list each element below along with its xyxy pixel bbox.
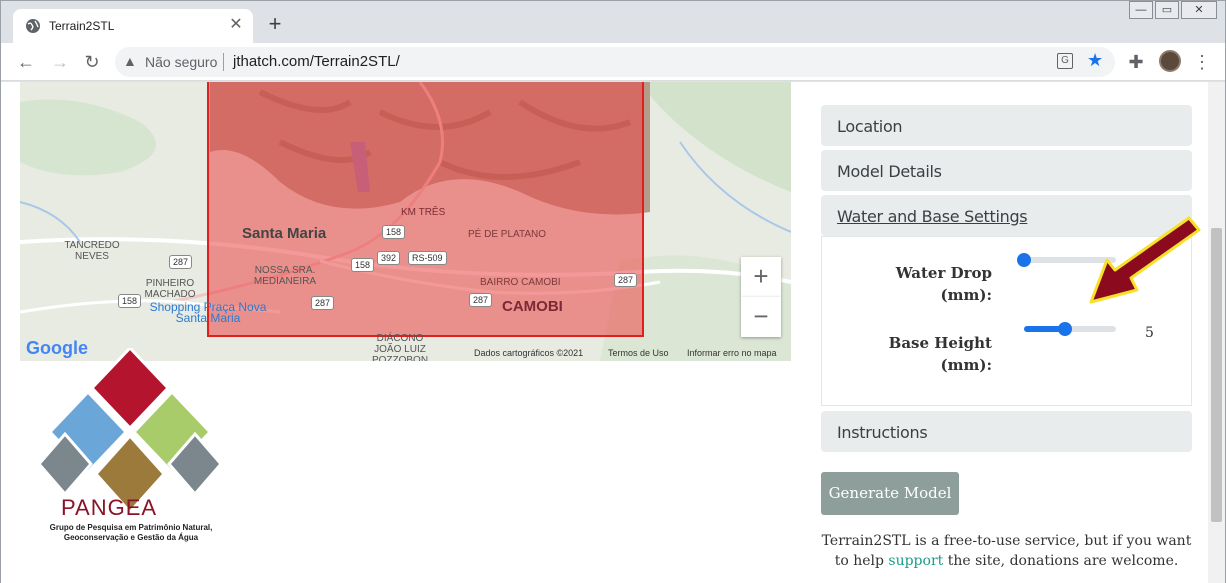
map-attribution: Dados cartográficos ©2021 <box>474 348 584 358</box>
logo-subtitle: Grupo de Pesquisa em Patrimônio Natural,… <box>49 523 213 542</box>
map-label-nossa-sra: NOSSA SRA. MEDIANEIRA <box>253 265 317 287</box>
map[interactable]: Santa Maria CAMOBI KM TRÊS PÉ DE PLATANO… <box>20 82 791 361</box>
generate-model-button[interactable]: Generate Model <box>821 472 959 515</box>
restore-icon[interactable]: ▭ <box>1155 1 1179 19</box>
accordion-location[interactable]: Location <box>821 105 1192 146</box>
scrollbar-thumb[interactable] <box>1211 228 1222 522</box>
minimize-icon[interactable]: — <box>1129 1 1153 19</box>
new-tab-icon[interactable]: + <box>263 13 287 37</box>
scrollbar[interactable] <box>1208 82 1225 583</box>
road-shield: RS-509 <box>408 251 447 265</box>
accordion-label: Water and Base Settings <box>837 207 1028 226</box>
forward-icon[interactable]: → <box>49 51 71 73</box>
accordion-instructions[interactable]: Instructions <box>821 411 1192 452</box>
terms-link[interactable]: Termos de Uso <box>608 348 669 358</box>
bookmark-star-icon[interactable]: ★ <box>1087 50 1103 71</box>
road-shield: 392 <box>377 251 401 265</box>
map-label-shopping: Shopping Praça Nova Santa Maria <box>149 300 267 325</box>
report-error-link[interactable]: Informar erro no mapa <box>687 348 777 358</box>
road-shield: 287 <box>311 296 335 310</box>
close-tab-icon[interactable]: ✕ <box>227 16 245 34</box>
browser-window: Terrain2STL ✕ + — ▭ ✕ ← → ↻ ▲ Não seguro… <box>0 0 1226 583</box>
base-height-value: 5 <box>1145 325 1154 341</box>
divider <box>223 53 224 71</box>
tab-strip: Terrain2STL ✕ + — ▭ ✕ <box>1 1 1225 43</box>
menu-icon[interactable]: ⋮ <box>1191 51 1213 73</box>
url-text[interactable]: jthatch.com/Terrain2STL/ <box>233 53 400 70</box>
tab-title: Terrain2STL <box>49 19 115 33</box>
accordion-label: Instructions <box>837 423 928 442</box>
map-label-pe-de-platano: PÉ DE PLATANO <box>468 229 546 240</box>
back-icon[interactable]: ← <box>15 51 37 73</box>
slider-knob[interactable] <box>1058 322 1073 336</box>
map-label-km-tres: KM TRÊS <box>401 207 446 218</box>
globe-icon <box>26 19 40 33</box>
road-shield: 158 <box>351 258 375 272</box>
extensions-icon[interactable]: ✚ <box>1125 51 1147 73</box>
water-drop-label: Water Drop (mm): <box>895 264 992 304</box>
road-shield: 287 <box>469 293 493 307</box>
slider-knob[interactable] <box>1017 253 1031 267</box>
accordion-model-details[interactable]: Model Details <box>821 150 1192 191</box>
pointer-arrow-icon <box>1089 216 1201 304</box>
accordion-label: Location <box>837 117 903 136</box>
map-label-santa-maria: Santa Maria <box>242 225 327 242</box>
browser-toolbar: ← → ↻ ▲ Não seguro jthatch.com/Terrain2S… <box>1 43 1225 81</box>
zoom-in-button[interactable]: + <box>741 257 781 297</box>
translate-icon[interactable]: G <box>1057 53 1073 69</box>
security-label[interactable]: Não seguro <box>145 54 217 70</box>
logo-title: PANGEA <box>61 495 158 520</box>
tab-terrain2stl[interactable]: Terrain2STL ✕ <box>13 9 253 43</box>
zoom-out-button[interactable]: − <box>741 297 781 337</box>
road-shield: 287 <box>614 273 638 287</box>
base-height-label: Base Height (mm): <box>888 334 992 374</box>
support-link[interactable]: support <box>888 553 943 569</box>
map-label-tancredo: TANCREDO NEVES <box>64 240 120 262</box>
page-content: Santa Maria CAMOBI KM TRÊS PÉ DE PLATANO… <box>1 82 1225 583</box>
map-label-camobi: CAMOBI <box>502 298 563 315</box>
accordion-label: Model Details <box>837 162 942 181</box>
base-height-slider[interactable] <box>1024 322 1116 336</box>
map-label-diacono: DIÁCONO JOÃO LUIZ POZZOBON <box>371 333 429 361</box>
address-bar[interactable]: ▲ Não seguro jthatch.com/Terrain2STL/ G … <box>115 47 1115 77</box>
road-shield: 158 <box>382 225 406 239</box>
avatar[interactable] <box>1159 50 1181 72</box>
road-shield: 287 <box>169 255 193 269</box>
close-window-icon[interactable]: ✕ <box>1181 1 1217 19</box>
footer-post: the site, donations are welcome. <box>947 553 1179 569</box>
map-label-pinheiro: PINHEIRO MACHADO <box>144 278 196 300</box>
map-label-bairro-camobi: BAIRRO CAMOBI <box>480 277 561 288</box>
warning-icon[interactable]: ▲ <box>123 53 137 69</box>
reload-icon[interactable]: ↻ <box>81 51 103 73</box>
footer-text: Terrain2STL is a free-to-use service, bu… <box>821 531 1192 571</box>
road-shield: 158 <box>118 294 142 308</box>
